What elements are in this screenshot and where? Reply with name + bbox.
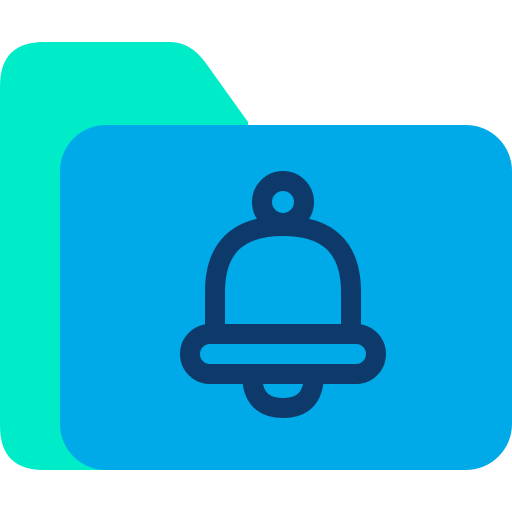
icon-canvas: [0, 0, 512, 512]
folder-bell-icon: [0, 42, 512, 470]
